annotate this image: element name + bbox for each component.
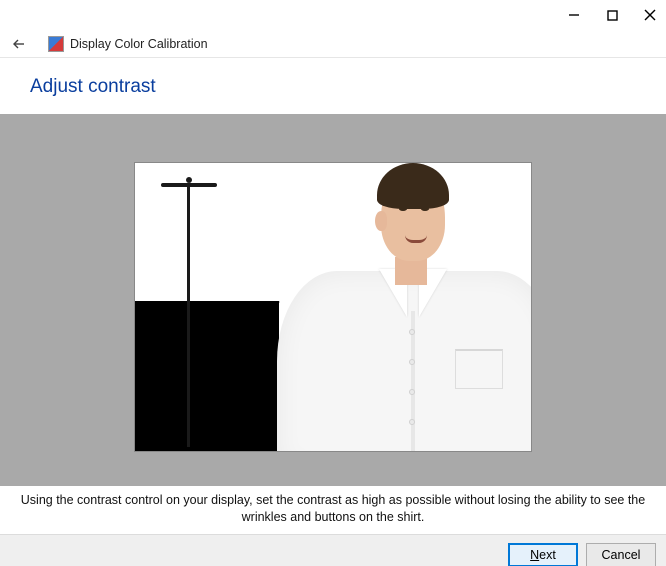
- window-title: Display Color Calibration: [70, 37, 208, 51]
- contrast-sample-image: [134, 162, 532, 452]
- footer: Next Cancel: [0, 534, 666, 566]
- cancel-button[interactable]: Cancel: [586, 543, 656, 566]
- back-button[interactable]: [8, 33, 30, 55]
- header-bar: Display Color Calibration: [0, 30, 666, 58]
- instruction-text: Using the contrast control on your displ…: [0, 486, 666, 534]
- window-chrome: [0, 0, 666, 30]
- app-icon: [48, 36, 64, 52]
- page-heading: Adjust contrast: [0, 58, 666, 114]
- next-button[interactable]: Next: [508, 543, 578, 566]
- maximize-button[interactable]: [604, 7, 620, 23]
- content-area: [0, 114, 666, 486]
- minimize-button[interactable]: [566, 7, 582, 23]
- close-button[interactable]: [642, 7, 658, 23]
